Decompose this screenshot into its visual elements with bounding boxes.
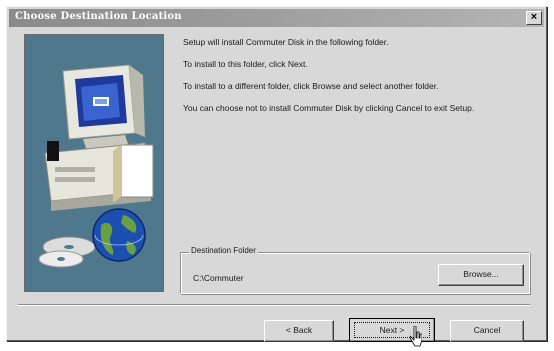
destination-folder-label: Destination Folder (189, 246, 258, 255)
close-icon: × (530, 11, 538, 23)
next-button-label: Next > (379, 325, 405, 335)
destination-path: C:\Commuter (193, 273, 244, 283)
computer-globe-icon (38, 64, 154, 268)
title-bar[interactable]: Choose Destination Location × (9, 9, 544, 27)
browse-button[interactable]: Browse... (438, 264, 524, 286)
mouse-pointer-icon (410, 326, 422, 347)
cancel-button[interactable]: Cancel (450, 320, 524, 342)
message-install-folder: Setup will install Commuter Disk in the … (183, 37, 389, 47)
close-button[interactable]: × (526, 11, 542, 25)
back-button[interactable]: < Back (264, 320, 334, 342)
next-button[interactable]: Next > (349, 318, 435, 342)
instructions-text: Setup will install Commuter Disk in the … (183, 37, 523, 125)
message-click-cancel: You can choose not to install Commuter D… (183, 103, 475, 113)
separator (18, 304, 530, 306)
message-click-browse: To install to a different folder, click … (183, 81, 439, 91)
window-title: Choose Destination Location (15, 11, 182, 22)
message-click-next: To install to this folder, click Next. (183, 59, 308, 69)
setup-illustration (24, 34, 164, 292)
